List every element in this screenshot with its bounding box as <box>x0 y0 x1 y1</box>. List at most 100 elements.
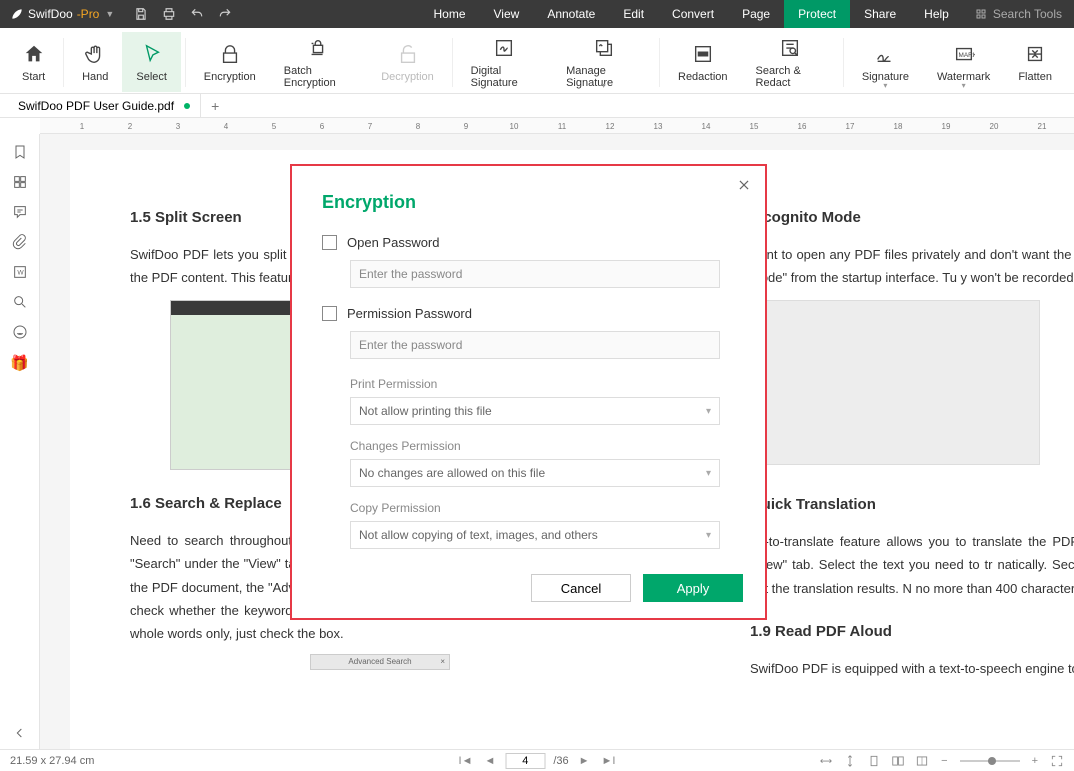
ribbon-digital-signature[interactable]: Digital Signature <box>457 32 552 92</box>
thumbnails-icon[interactable] <box>12 174 28 190</box>
apply-button[interactable]: Apply <box>643 574 743 602</box>
page-number-input[interactable] <box>505 753 545 769</box>
left-sidebar: W 🎁 <box>0 134 40 749</box>
ribbon-manage-signature[interactable]: Manage Signature ▾ <box>552 32 655 92</box>
page-total: /36 <box>553 755 568 767</box>
chevron-down-icon: ▼ <box>105 9 114 19</box>
word-icon[interactable]: W <box>12 264 28 280</box>
chevron-down-icon: ▾ <box>883 81 887 90</box>
changes-permission-label: Changes Permission <box>350 439 735 453</box>
menu-page[interactable]: Page <box>728 0 784 28</box>
next-page-button[interactable]: ► <box>577 755 592 767</box>
lock-icon <box>219 43 241 65</box>
copy-permission-label: Copy Permission <box>350 501 735 515</box>
ribbon-signature[interactable]: Signature ▾ <box>848 32 923 92</box>
permission-password-row[interactable]: Permission Password <box>322 306 735 321</box>
two-page-icon[interactable] <box>891 754 905 768</box>
quick-access-toolbar <box>134 7 232 21</box>
batch-lock-icon <box>307 37 329 59</box>
feather-icon <box>10 7 24 21</box>
fit-page-icon[interactable] <box>843 754 857 768</box>
print-permission-select[interactable]: Not allow printing this file <box>350 397 720 425</box>
first-page-button[interactable]: I◄ <box>457 755 475 767</box>
add-tab-button[interactable]: + <box>201 98 229 114</box>
menu-annotate[interactable]: Annotate <box>533 0 609 28</box>
document-tab[interactable]: SwifDoo PDF User Guide.pdf <box>0 94 201 117</box>
unsaved-indicator-icon <box>184 103 190 109</box>
menu-share[interactable]: Share <box>850 0 910 28</box>
app-logo[interactable]: SwifDoo-Pro ▼ <box>0 7 122 21</box>
changes-permission-select[interactable]: No changes are allowed on this file <box>350 459 720 487</box>
ribbon-search-redact[interactable]: Search & Redact <box>742 32 839 92</box>
open-password-label: Open Password <box>347 235 440 250</box>
read-mode-icon[interactable] <box>915 754 929 768</box>
ribbon-hand[interactable]: Hand <box>68 32 122 92</box>
bookmark-icon[interactable] <box>12 144 28 160</box>
prev-page-button[interactable]: ◄ <box>482 755 497 767</box>
permission-password-input[interactable]: Enter the password <box>350 331 720 359</box>
comment-icon[interactable] <box>12 204 28 220</box>
ribbon-redaction[interactable]: Redaction <box>664 32 742 92</box>
collapse-icon[interactable] <box>12 725 28 741</box>
cancel-button[interactable]: Cancel <box>531 574 631 602</box>
flatten-icon <box>1024 43 1046 65</box>
menu-help[interactable]: Help <box>910 0 963 28</box>
horizontal-ruler: 1234567891011121314151617181920212223242… <box>40 118 1074 134</box>
search-icon[interactable] <box>12 294 28 310</box>
copy-permission-select[interactable]: Not allow copying of text, images, and o… <box>350 521 720 549</box>
ribbon-select[interactable]: Select <box>122 32 181 92</box>
ribbon-encryption[interactable]: Encryption <box>190 32 270 92</box>
search-tools[interactable]: Search Tools <box>963 7 1074 21</box>
ribbon-watermark[interactable]: MARK Watermark ▾ <box>923 32 1004 92</box>
svg-text:MARK: MARK <box>958 52 975 59</box>
unlock-icon <box>397 43 419 65</box>
page-dimensions: 21.59 x 27.94 cm <box>10 755 94 767</box>
app-name-2: -Pro <box>77 7 100 21</box>
search-redact-icon <box>779 37 801 59</box>
undo-icon[interactable] <box>190 7 204 21</box>
paragraph: SwifDoo PDF is equipped with a text-to-s… <box>750 657 1074 680</box>
page-navigation: I◄ ◄ /36 ► ►I <box>457 753 618 769</box>
print-icon[interactable] <box>162 7 176 21</box>
ribbon-toolbar: Start Hand Select Encryption Batch Encry… <box>0 28 1074 94</box>
main-menu: Home View Annotate Edit Convert Page Pro… <box>420 0 963 28</box>
ribbon-batch-encryption[interactable]: Batch Encryption <box>270 32 367 92</box>
menu-protect[interactable]: Protect <box>784 0 850 28</box>
title-bar: SwifDoo-Pro ▼ Home View Annotate Edit Co… <box>0 0 1074 28</box>
open-password-row[interactable]: Open Password <box>322 235 735 250</box>
chevron-down-icon: ▾ <box>962 81 966 90</box>
save-icon[interactable] <box>134 7 148 21</box>
zoom-slider[interactable] <box>960 760 1020 762</box>
cursor-icon <box>141 43 163 65</box>
open-password-input[interactable]: Enter the password <box>350 260 720 288</box>
last-page-button[interactable]: ►I <box>600 755 618 767</box>
single-page-icon[interactable] <box>867 754 881 768</box>
zoom-out-button[interactable]: − <box>939 755 949 767</box>
grid-icon <box>975 8 987 20</box>
menu-view[interactable]: View <box>480 0 534 28</box>
checkbox-icon[interactable] <box>322 306 337 321</box>
embedded-screenshot: Advanced Search <box>310 654 450 670</box>
menu-edit[interactable]: Edit <box>609 0 658 28</box>
status-bar: 21.59 x 27.94 cm I◄ ◄ /36 ► ►I − + <box>0 749 1074 771</box>
attachment-icon[interactable] <box>12 234 28 250</box>
document-tabs: SwifDoo PDF User Guide.pdf + <box>0 94 1074 118</box>
fit-width-icon[interactable] <box>819 754 833 768</box>
manage-signature-icon <box>593 37 615 59</box>
heading: 1.9 Read PDF Aloud <box>750 618 1074 645</box>
zoom-in-button[interactable]: + <box>1030 755 1040 767</box>
ribbon-flatten[interactable]: Flatten <box>1004 32 1066 92</box>
checkbox-icon[interactable] <box>322 235 337 250</box>
close-icon[interactable] <box>737 178 751 192</box>
pen-icon <box>874 43 896 65</box>
ai-icon[interactable] <box>12 324 28 340</box>
ribbon-start[interactable]: Start <box>8 32 59 92</box>
menu-convert[interactable]: Convert <box>658 0 728 28</box>
menu-home[interactable]: Home <box>420 0 480 28</box>
heading: Incognito Mode <box>750 204 1074 231</box>
dialog-title: Encryption <box>322 192 735 213</box>
hand-icon <box>84 43 106 65</box>
fullscreen-icon[interactable] <box>1050 754 1064 768</box>
gift-icon[interactable]: 🎁 <box>10 354 29 372</box>
redo-icon[interactable] <box>218 7 232 21</box>
